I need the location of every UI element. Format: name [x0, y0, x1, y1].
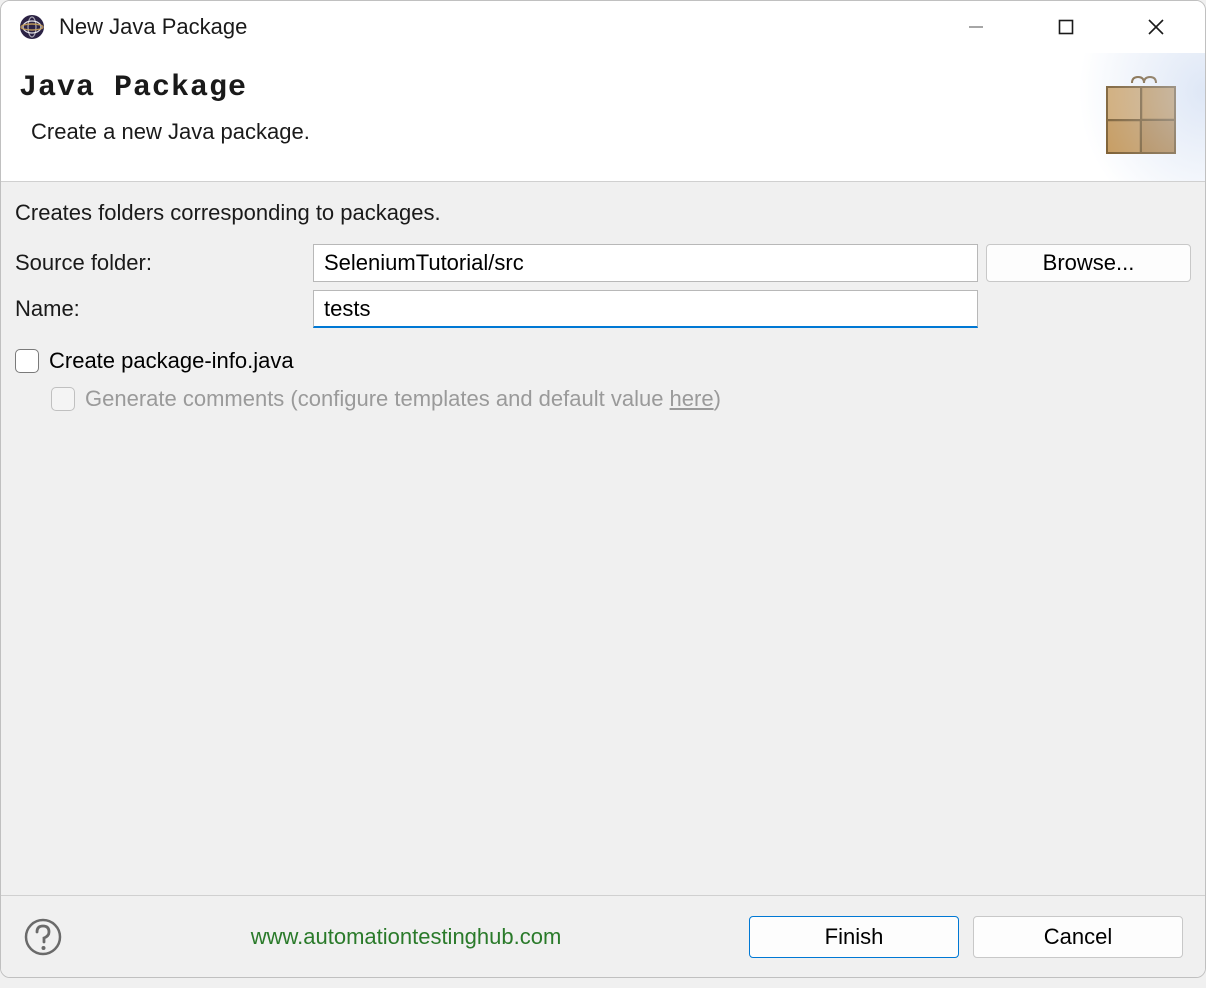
window-controls	[931, 1, 1201, 53]
dialog-body: Creates folders corresponding to package…	[1, 182, 1205, 895]
eclipse-icon	[19, 14, 45, 40]
source-folder-label: Source folder:	[15, 250, 305, 276]
close-button[interactable]	[1111, 1, 1201, 53]
generate-comments-text-pre: Generate comments (configure templates a…	[85, 386, 670, 411]
dialog-footer: www.automationtestinghub.com Finish Canc…	[1, 895, 1205, 977]
source-folder-row: Source folder: Browse...	[15, 244, 1191, 282]
close-icon	[1146, 17, 1166, 37]
browse-button[interactable]: Browse...	[986, 244, 1191, 282]
generate-comments-text-post: )	[714, 386, 721, 411]
maximize-button[interactable]	[1021, 1, 1111, 53]
minimize-button[interactable]	[931, 1, 1021, 53]
dialog-window: New Java Package Java Package Create a n…	[0, 0, 1206, 978]
maximize-icon	[1056, 17, 1076, 37]
cancel-button[interactable]: Cancel	[973, 916, 1183, 958]
generate-comments-checkbox	[51, 387, 75, 411]
finish-button[interactable]: Finish	[749, 916, 959, 958]
watermark-text: www.automationtestinghub.com	[251, 924, 562, 950]
name-input[interactable]	[313, 290, 978, 328]
name-label: Name:	[15, 296, 305, 322]
header-subtitle: Create a new Java package.	[19, 119, 1097, 145]
generate-comments-row: Generate comments (configure templates a…	[15, 386, 1191, 412]
body-description: Creates folders corresponding to package…	[15, 200, 1191, 226]
help-button[interactable]	[23, 917, 63, 957]
package-info-label: Create package-info.java	[49, 348, 294, 374]
source-folder-input[interactable]	[313, 244, 978, 282]
generate-comments-label: Generate comments (configure templates a…	[85, 386, 721, 412]
window-title: New Java Package	[59, 14, 931, 40]
package-info-checkbox[interactable]	[15, 349, 39, 373]
package-info-checkbox-row: Create package-info.java	[15, 348, 1191, 374]
titlebar: New Java Package	[1, 1, 1205, 53]
package-icon	[1097, 73, 1181, 157]
minimize-icon	[966, 17, 986, 37]
help-icon	[23, 917, 63, 957]
here-link[interactable]: here	[670, 386, 714, 411]
name-row: Name:	[15, 290, 1191, 328]
dialog-header: Java Package Create a new Java package.	[1, 53, 1205, 182]
header-title: Java Package	[19, 71, 1097, 105]
